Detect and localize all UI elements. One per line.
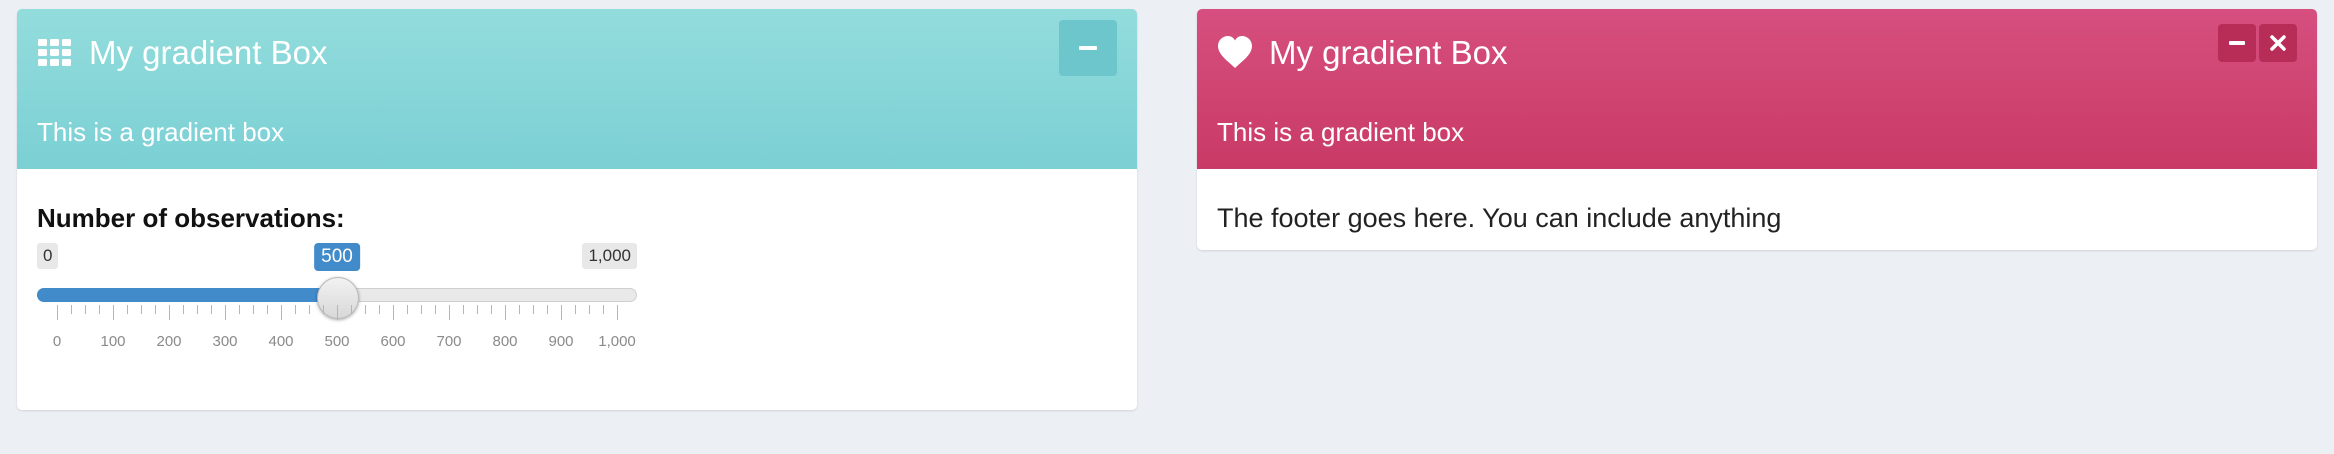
observations-slider[interactable]: 0 1,000 500 0 100 200 300 400 500 600 700 800 900… xyxy=(37,243,637,373)
remove-button[interactable] xyxy=(2259,24,2297,62)
minus-icon xyxy=(1079,46,1097,50)
collapse-button[interactable] xyxy=(1059,20,1117,76)
slider-minor-tick xyxy=(295,305,296,314)
close-icon xyxy=(2270,35,2286,51)
slider-major-tick xyxy=(505,305,506,320)
slider-major-tick xyxy=(561,305,562,320)
slider-tick-label: 400 xyxy=(268,333,294,350)
slider-minor-tick xyxy=(519,305,520,314)
slider-minor-tick xyxy=(253,305,254,314)
slider-value-label: 500 xyxy=(314,243,360,271)
slider-minor-tick xyxy=(239,305,240,314)
slider-tick-label: 1,000 xyxy=(598,333,636,350)
heart-icon xyxy=(1218,36,1252,68)
slider-minor-tick xyxy=(183,305,184,314)
box-subtitle: This is a gradient box xyxy=(1217,117,1465,147)
slider-major-tick xyxy=(337,305,338,320)
slider-tick-label: 0 xyxy=(52,333,62,350)
slider-minor-tick xyxy=(421,305,422,314)
gradient-box-left: My gradient Box This is a gradient box N… xyxy=(17,9,1137,410)
slider-minor-tick xyxy=(463,305,464,314)
slider-major-tick xyxy=(57,305,58,320)
slider-minor-tick xyxy=(71,305,72,314)
slider-major-tick xyxy=(169,305,170,320)
slider-minor-tick xyxy=(575,305,576,314)
box-header: My gradient Box This is a gradient box xyxy=(1197,9,2317,169)
slider-tick-label: 700 xyxy=(436,333,462,350)
slider-minor-tick xyxy=(141,305,142,314)
box-subtitle: This is a gradient box xyxy=(37,117,285,147)
slider-minor-tick xyxy=(155,305,156,314)
slider-minor-tick xyxy=(351,305,352,314)
slider-tick-label: 200 xyxy=(156,333,182,350)
box-title: My gradient Box xyxy=(37,29,327,77)
slider-tick-label: 600 xyxy=(380,333,406,350)
box-title: My gradient Box xyxy=(1217,29,1507,77)
slider-major-tick xyxy=(449,305,450,320)
slider-tick-label: 100 xyxy=(100,333,126,350)
gradient-box-right: My gradient Box This is a gradient box T… xyxy=(1197,9,2317,250)
box-title-text: My gradient Box xyxy=(89,34,328,71)
slider-minor-tick xyxy=(197,305,198,314)
slider-minor-tick xyxy=(407,305,408,314)
footer-text: The footer goes here. You can include an… xyxy=(1217,203,1782,233)
slider-major-tick xyxy=(393,305,394,320)
slider-major-tick xyxy=(281,305,282,320)
slider-minor-tick xyxy=(267,305,268,314)
slider-tick-label: 900 xyxy=(548,333,574,350)
slider-minor-tick xyxy=(127,305,128,314)
collapse-button[interactable] xyxy=(2218,24,2256,62)
box-footer: The footer goes here. You can include an… xyxy=(1197,169,2317,233)
slider-tick-label: 300 xyxy=(212,333,238,350)
slider-minor-tick xyxy=(533,305,534,314)
slider-minor-tick xyxy=(379,305,380,314)
slider-major-tick xyxy=(225,305,226,320)
box-header: My gradient Box This is a gradient box xyxy=(17,9,1137,169)
minus-icon xyxy=(2229,41,2245,45)
slider-label: Number of observations: xyxy=(37,203,345,233)
slider-tick-label: 800 xyxy=(492,333,518,350)
box-title-text: My gradient Box xyxy=(1269,34,1508,71)
slider-fill xyxy=(37,288,337,302)
slider-minor-tick xyxy=(491,305,492,314)
slider-minor-tick xyxy=(309,305,310,314)
th-grid-icon xyxy=(38,39,71,66)
slider-minor-tick xyxy=(477,305,478,314)
box-body: Number of observations: 0 1,000 500 0 100… xyxy=(17,169,1137,350)
slider-tick-label: 500 xyxy=(324,333,350,350)
slider-minor-tick xyxy=(365,305,366,314)
slider-major-tick xyxy=(113,305,114,320)
slider-minor-tick xyxy=(211,305,212,314)
slider-minor-tick xyxy=(589,305,590,314)
slider-major-tick xyxy=(617,305,618,320)
slider-minor-tick xyxy=(603,305,604,314)
slider-minor-tick xyxy=(323,305,324,314)
slider-minor-tick xyxy=(99,305,100,314)
slider-max-label: 1,000 xyxy=(582,243,637,269)
slider-minor-tick xyxy=(435,305,436,314)
slider-minor-tick xyxy=(85,305,86,314)
slider-minor-tick xyxy=(547,305,548,314)
slider-min-label: 0 xyxy=(37,243,59,269)
